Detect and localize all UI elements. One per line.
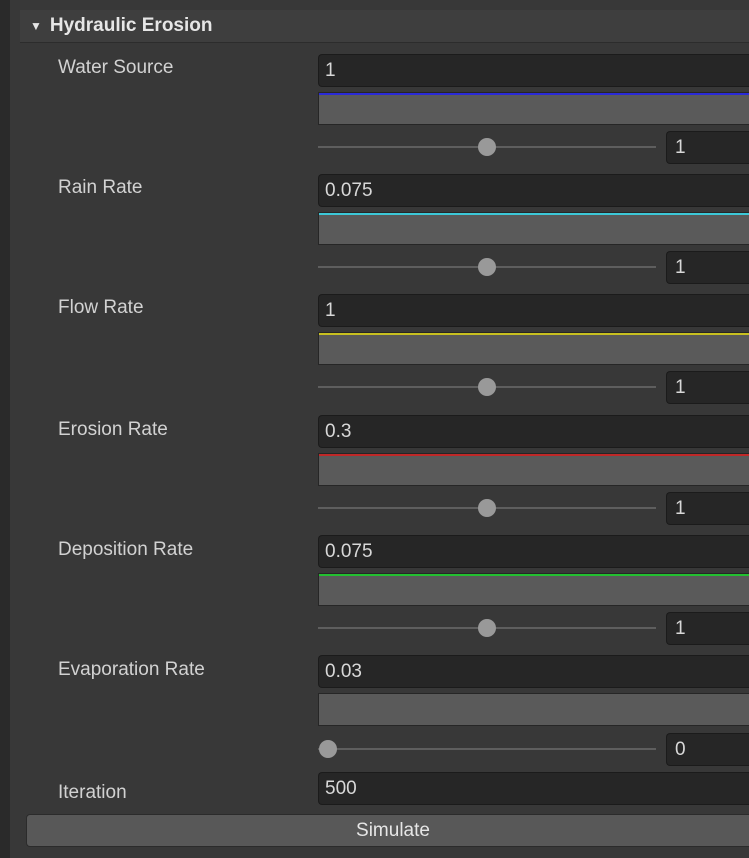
evaporation-rate-slider-thumb[interactable] xyxy=(319,740,337,758)
section-header[interactable]: ▼ Hydraulic Erosion xyxy=(20,10,749,43)
flow-rate-slider-value[interactable]: 1 xyxy=(666,371,749,404)
rain-rate-slider-value[interactable]: 1 xyxy=(666,251,749,284)
erosion-rate-color-line xyxy=(319,454,749,456)
rain-rate-slider-thumb[interactable] xyxy=(478,258,496,276)
erosion-rate-field[interactable]: 0.3 xyxy=(318,415,749,448)
deposition-rate-color-line xyxy=(319,574,749,576)
rain-rate-label: Rain Rate xyxy=(58,177,143,198)
deposition-rate-field[interactable]: 0.075 xyxy=(318,535,749,568)
flow-rate-slider-thumb[interactable] xyxy=(478,378,496,396)
erosion-rate-slider-thumb[interactable] xyxy=(478,499,496,517)
rain-rate-color-bar[interactable] xyxy=(318,212,749,245)
evaporation-rate-slider-track[interactable] xyxy=(318,748,656,750)
erosion-rate-slider-value[interactable]: 1 xyxy=(666,492,749,525)
deposition-rate-color-bar[interactable] xyxy=(318,573,749,606)
deposition-rate-label: Deposition Rate xyxy=(58,539,194,560)
evaporation-rate-color-bar[interactable] xyxy=(318,693,749,726)
hydraulic-erosion-panel: ▼ Hydraulic Erosion Water Source 1 1 Rai… xyxy=(0,0,749,858)
evaporation-rate-slider-value[interactable]: 0 xyxy=(666,733,749,766)
flow-rate-field[interactable]: 1 xyxy=(318,294,749,327)
rain-rate-field[interactable]: 0.075 xyxy=(318,174,749,207)
water-source-field[interactable]: 1 xyxy=(318,54,749,87)
iteration-label: Iteration xyxy=(58,782,127,803)
iteration-field[interactable]: 500 xyxy=(318,772,749,805)
flow-rate-color-bar[interactable] xyxy=(318,332,749,365)
deposition-rate-slider-value[interactable]: 1 xyxy=(666,612,749,645)
flow-rate-color-line xyxy=(319,333,749,335)
water-source-label: Water Source xyxy=(58,57,174,78)
simulate-button[interactable]: Simulate xyxy=(26,814,749,847)
water-source-slider-value[interactable]: 1 xyxy=(666,131,749,164)
rain-rate-color-line xyxy=(319,213,749,215)
triangle-down-icon[interactable]: ▼ xyxy=(30,19,42,33)
evaporation-rate-field[interactable]: 0.03 xyxy=(318,655,749,688)
erosion-rate-color-bar[interactable] xyxy=(318,453,749,486)
evaporation-rate-label: Evaporation Rate xyxy=(58,659,205,680)
section-title: Hydraulic Erosion xyxy=(49,15,213,36)
water-source-slider-thumb[interactable] xyxy=(478,138,496,156)
flow-rate-label: Flow Rate xyxy=(58,297,144,318)
erosion-rate-label: Erosion Rate xyxy=(58,419,168,440)
deposition-rate-slider-thumb[interactable] xyxy=(478,619,496,637)
water-source-color-line xyxy=(319,93,749,95)
water-source-color-bar[interactable] xyxy=(318,92,749,125)
